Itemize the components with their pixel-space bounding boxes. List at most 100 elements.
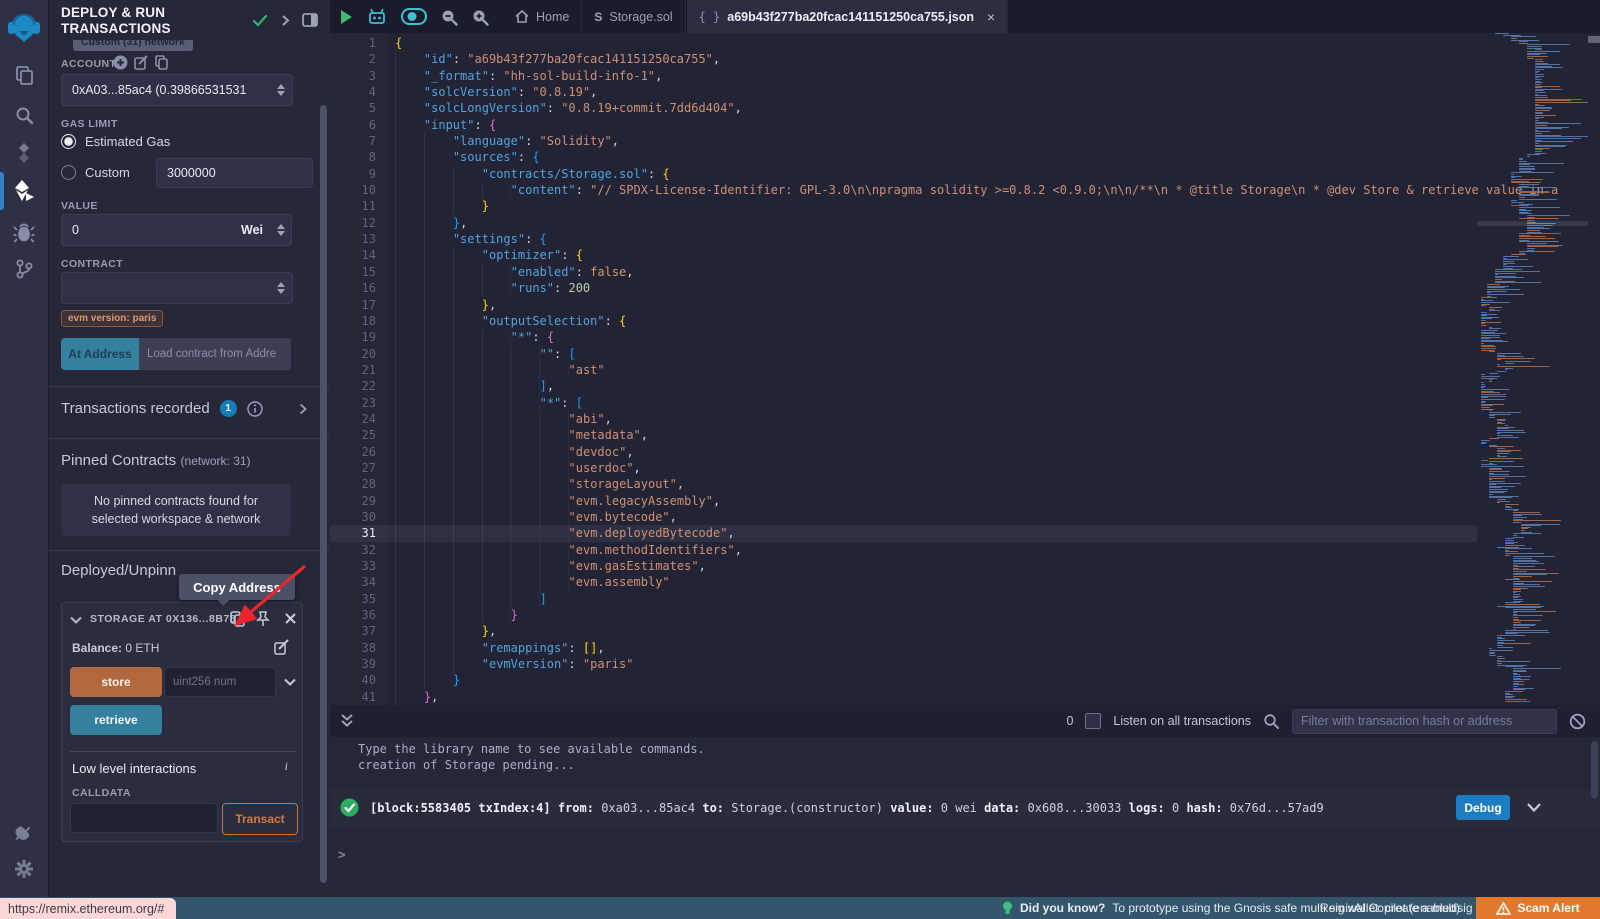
custom-gas-input[interactable]: [156, 158, 313, 188]
terminal-prompt[interactable]: >: [338, 848, 346, 863]
estimated-gas-option[interactable]: Estimated Gas: [61, 134, 170, 149]
code-line[interactable]: 5"solcLongVersion": "0.8.19+commit.7dd6d…: [330, 100, 1477, 116]
code-line[interactable]: 26"devdoc",: [330, 444, 1477, 460]
code-line[interactable]: 8"sources": {: [330, 149, 1477, 165]
info-icon[interactable]: [247, 401, 263, 417]
account-select[interactable]: 0xA03...85ac4 (0.39866531531: [61, 74, 293, 106]
code-line[interactable]: 32"evm.methodIdentifiers",: [330, 542, 1477, 558]
sign-message-icon[interactable]: [134, 55, 149, 70]
transaction-log-row[interactable]: [block:5583405 txIndex:4] from: 0xa03...…: [330, 790, 1600, 825]
code-line[interactable]: 18"outputSelection": {: [330, 313, 1477, 329]
code-line[interactable]: 30"evm.bytecode",: [330, 509, 1477, 525]
collapse-contract-chevron-icon[interactable]: [70, 616, 82, 624]
terminal-search-icon[interactable]: [1263, 713, 1280, 730]
value-unit-select[interactable]: Wei: [231, 214, 292, 246]
debug-button[interactable]: Debug: [1456, 795, 1510, 820]
transaction-filter-input[interactable]: [1292, 709, 1557, 734]
estimated-gas-radio[interactable]: [61, 134, 76, 149]
contract-stepper-icon[interactable]: [277, 282, 292, 294]
code-line[interactable]: 23"*": [: [330, 395, 1477, 411]
panel-scrollbar[interactable]: [320, 105, 327, 883]
code-line[interactable]: 39"evmVersion": "paris": [330, 656, 1477, 672]
zoom-in-icon[interactable]: [471, 8, 489, 26]
custom-gas-radio[interactable]: [61, 165, 76, 180]
code-line[interactable]: 19"*": {: [330, 329, 1477, 345]
settings-gear-icon[interactable]: [0, 852, 48, 886]
git-icon[interactable]: [0, 252, 48, 286]
ai-copilot-robot-icon[interactable]: [366, 7, 388, 27]
code-line[interactable]: 27"userdoc",: [330, 460, 1477, 476]
code-line[interactable]: 24"abi",: [330, 411, 1477, 427]
zoom-out-icon[interactable]: [440, 8, 458, 26]
edit-balance-icon[interactable]: [274, 639, 290, 655]
code-line[interactable]: 37},: [330, 623, 1477, 639]
code-line[interactable]: 2"id": "a69b43f277ba20fcac141151250ca755…: [330, 51, 1477, 67]
code-line[interactable]: 21"ast": [330, 362, 1477, 378]
solidity-compiler-icon[interactable]: [0, 138, 48, 172]
expand-recorded-chevron-icon[interactable]: [299, 403, 307, 415]
clear-console-icon[interactable]: [1569, 713, 1586, 730]
code-editor[interactable]: 1{2"id": "a69b43f277ba20fcac141151250ca7…: [330, 33, 1600, 705]
store-argument-input[interactable]: uint256 num: [164, 667, 276, 697]
code-line[interactable]: 7"language": "Solidity",: [330, 133, 1477, 149]
load-contract-address-input[interactable]: Load contract from Addre: [139, 338, 291, 370]
calldata-input[interactable]: [70, 803, 218, 833]
run-script-icon[interactable]: [339, 9, 353, 25]
collapse-terminal-icon[interactable]: [340, 713, 354, 729]
code-line[interactable]: 28"storageLayout",: [330, 476, 1477, 492]
account-stepper-icon[interactable]: [277, 84, 292, 96]
code-line[interactable]: 40}: [330, 672, 1477, 688]
code-line[interactable]: 29"evm.legacyAssembly",: [330, 493, 1477, 509]
tab-storage-sol[interactable]: S Storage.sol: [582, 0, 685, 33]
tab-home[interactable]: Home: [503, 0, 582, 33]
retrieve-function-button[interactable]: retrieve: [70, 705, 162, 735]
code-line[interactable]: 1{: [330, 35, 1477, 51]
code-line[interactable]: 35]: [330, 591, 1477, 607]
value-unit-stepper-icon[interactable]: [277, 224, 291, 236]
remix-logo-icon[interactable]: [0, 8, 48, 48]
code-line[interactable]: 11}: [330, 198, 1477, 214]
code-line[interactable]: 3"_format": "hh-sol-build-info-1",: [330, 68, 1477, 84]
code-line[interactable]: 38"remappings": [],: [330, 640, 1477, 656]
close-contract-icon[interactable]: [284, 612, 297, 625]
code-line[interactable]: 12},: [330, 215, 1477, 231]
code-line[interactable]: 16"runs": 200: [330, 280, 1477, 296]
create-account-icon[interactable]: [113, 55, 128, 70]
custom-gas-option[interactable]: Custom: [61, 165, 130, 180]
code-line[interactable]: 31"evm.deployedBytecode",: [330, 525, 1477, 541]
contract-select[interactable]: [61, 272, 293, 304]
code-line[interactable]: 41},: [330, 689, 1477, 705]
terminal-scrollbar-thumb[interactable]: [1591, 741, 1598, 799]
copilot-toggle-icon[interactable]: [401, 8, 427, 25]
at-address-button[interactable]: At Address: [61, 338, 139, 370]
listen-transactions-checkbox[interactable]: [1085, 713, 1101, 729]
copy-account-icon[interactable]: [155, 55, 169, 70]
close-tab-icon[interactable]: ×: [987, 9, 995, 25]
debugger-icon[interactable]: [0, 216, 48, 250]
expand-tx-chevron-icon[interactable]: [1526, 802, 1542, 813]
code-line[interactable]: 13"settings": {: [330, 231, 1477, 247]
store-function-button[interactable]: store: [70, 667, 162, 697]
expand-store-chevron-icon[interactable]: [284, 678, 296, 686]
code-line[interactable]: 10"content": "// SPDX-License-Identifier…: [330, 182, 1477, 198]
code-line[interactable]: 36}: [330, 607, 1477, 623]
pin-contract-icon[interactable]: [256, 611, 270, 627]
code-line[interactable]: 17},: [330, 297, 1477, 313]
plugin-manager-icon[interactable]: [0, 816, 48, 850]
code-line[interactable]: 14"optimizer": {: [330, 247, 1477, 263]
code-line[interactable]: 22],: [330, 378, 1477, 394]
code-line[interactable]: 9"contracts/Storage.sol": {: [330, 166, 1477, 182]
editor-minimap[interactable]: [1477, 33, 1588, 705]
low-level-info-icon[interactable]: i: [285, 759, 288, 774]
code-line[interactable]: 33"evm.gasEstimates",: [330, 558, 1477, 574]
value-input[interactable]: [61, 214, 253, 246]
editor-scrollbar-thumb[interactable]: [1588, 36, 1600, 43]
pin-panel-icon[interactable]: [302, 13, 318, 27]
code-line[interactable]: 6"input": {: [330, 117, 1477, 133]
scam-alert-button[interactable]: Scam Alert: [1476, 897, 1600, 919]
transact-button[interactable]: Transact: [222, 803, 298, 835]
file-explorer-icon[interactable]: [0, 58, 48, 92]
code-line[interactable]: 34"evm.assembly": [330, 574, 1477, 590]
code-line[interactable]: 20"": [: [330, 346, 1477, 362]
code-line[interactable]: 15"enabled": false,: [330, 264, 1477, 280]
